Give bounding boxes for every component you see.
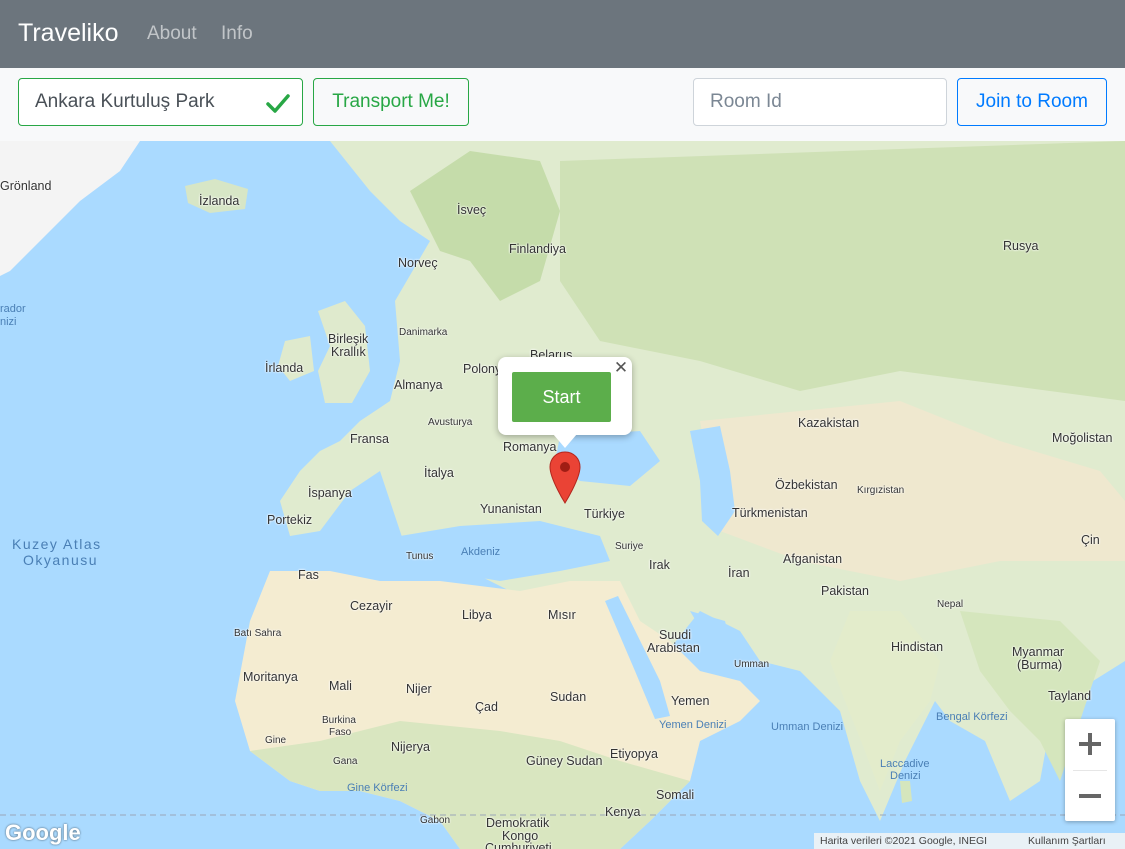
map-label: Çad bbox=[475, 700, 498, 714]
map-label: İrlanda bbox=[265, 361, 304, 375]
map-label: Afganistan bbox=[783, 552, 843, 566]
close-icon[interactable]: ✕ bbox=[611, 358, 631, 378]
map-label: Cumhuriyeti bbox=[485, 841, 552, 849]
info-window-tail bbox=[553, 434, 577, 448]
map-label: Moritanya bbox=[243, 670, 298, 684]
map-label: Moğolistan bbox=[1052, 431, 1113, 445]
map-label: Tunus bbox=[406, 551, 434, 562]
map-label: Suudi bbox=[659, 628, 691, 642]
map-label: Etiyopya bbox=[610, 747, 658, 761]
map-label: Mısır bbox=[548, 608, 576, 622]
attribution-text: Harita verileri ©2021 Google, INEGI bbox=[820, 835, 988, 847]
map-label: İspanya bbox=[308, 486, 352, 500]
zoom-in-button[interactable] bbox=[1065, 719, 1115, 769]
map-label: Umman bbox=[734, 659, 770, 670]
map-label: Laccadive bbox=[880, 758, 930, 770]
map-label: Portekiz bbox=[267, 513, 313, 527]
map-label: Grönland bbox=[0, 179, 52, 193]
map-label: Gine bbox=[265, 735, 287, 746]
map-label: Kuzey Atlas bbox=[12, 536, 102, 552]
map-label: Kazakistan bbox=[798, 416, 860, 430]
map-label: Almanya bbox=[394, 378, 443, 392]
map-label: Nijerya bbox=[391, 740, 430, 754]
map-label: Suriye bbox=[615, 541, 644, 552]
destination-input[interactable]: Ankara Kurtuluş Park bbox=[18, 78, 303, 126]
room-id-input[interactable] bbox=[693, 78, 947, 126]
map-label: Akdeniz bbox=[461, 546, 501, 558]
map-attribution: Harita verileri ©2021 Google, INEGI Kull… bbox=[814, 833, 1125, 849]
nav-link-about[interactable]: About bbox=[147, 23, 197, 45]
map-label: Fransa bbox=[350, 432, 389, 446]
map-label: Yemen bbox=[671, 694, 710, 708]
map-label: Krallık bbox=[331, 345, 366, 359]
map-pin-icon[interactable] bbox=[548, 451, 582, 505]
map-label: Bengal Körfezi bbox=[936, 711, 1008, 723]
map-label: İsveç bbox=[457, 203, 487, 217]
map-label: Cezayir bbox=[350, 599, 393, 613]
map-label: Burkina bbox=[322, 715, 356, 726]
map-label: Yunanistan bbox=[480, 502, 542, 516]
map-label: Rusya bbox=[1003, 239, 1039, 253]
map-label: Birleşik bbox=[328, 332, 369, 346]
zoom-out-button[interactable] bbox=[1065, 771, 1115, 821]
map-label: Demokratik bbox=[486, 816, 550, 830]
map-label: Nepal bbox=[937, 599, 964, 610]
map-label: Türkiye bbox=[584, 507, 625, 521]
brand-logo[interactable]: Traveliko bbox=[18, 19, 119, 48]
map-label: Myanmar bbox=[1012, 645, 1065, 659]
map-label: Arabistan bbox=[647, 641, 700, 655]
nav-link-info[interactable]: Info bbox=[221, 23, 253, 45]
map-label: Gana bbox=[333, 756, 358, 767]
map-label: Gabon bbox=[420, 815, 451, 826]
map-label: Sudan bbox=[550, 690, 587, 704]
map-label: Irak bbox=[649, 558, 670, 572]
map-label: Çin bbox=[1081, 533, 1100, 547]
map-label: Kırgızistan bbox=[857, 485, 905, 496]
checkmark-icon bbox=[266, 94, 290, 113]
plus-icon bbox=[1079, 733, 1101, 755]
map-label: Fas bbox=[298, 568, 319, 582]
map-label: Yemen Denizi bbox=[659, 719, 727, 731]
map-label: Batı Sahra bbox=[234, 628, 282, 639]
start-button[interactable]: Start bbox=[512, 372, 611, 422]
map-label: (Burma) bbox=[1017, 658, 1063, 672]
map-label: Pakistan bbox=[821, 584, 869, 598]
map-label: Türkmenistan bbox=[732, 506, 808, 520]
map-label: İran bbox=[728, 566, 750, 580]
map-label: Okyanusu bbox=[23, 552, 99, 568]
map-label: Denizi bbox=[890, 770, 921, 782]
transport-me-button[interactable]: Transport Me! bbox=[313, 78, 469, 126]
map-label: nizi bbox=[0, 316, 17, 328]
map-label: Norveç bbox=[398, 256, 438, 270]
minus-icon bbox=[1079, 794, 1101, 798]
map-label: Faso bbox=[329, 727, 352, 738]
terms-link[interactable]: Kullanım Şartları bbox=[1028, 833, 1106, 849]
map-label: Finlandiya bbox=[509, 242, 566, 256]
map-label: İzlanda bbox=[199, 194, 240, 208]
map-label: Gine Körfezi bbox=[347, 782, 408, 794]
map-label: Avusturya bbox=[428, 417, 473, 428]
map-label: Mali bbox=[329, 679, 352, 693]
map-label: Güney Sudan bbox=[526, 754, 603, 768]
map-label: Nijer bbox=[406, 682, 432, 696]
google-logo[interactable]: Google bbox=[5, 820, 81, 846]
map-label: İtalya bbox=[424, 466, 454, 480]
map-label: Danimarka bbox=[399, 327, 448, 338]
map-label: Somali bbox=[656, 788, 695, 802]
map-label: Libya bbox=[462, 608, 492, 622]
map-label: Özbekistan bbox=[775, 478, 838, 492]
join-room-button[interactable]: Join to Room bbox=[957, 78, 1107, 126]
map-label: Umman Denizi bbox=[771, 721, 844, 733]
map-label: Tayland bbox=[1048, 689, 1092, 703]
map-label: Hindistan bbox=[891, 640, 944, 654]
map-label: Kenya bbox=[605, 805, 641, 819]
map-label: rador bbox=[0, 303, 26, 315]
